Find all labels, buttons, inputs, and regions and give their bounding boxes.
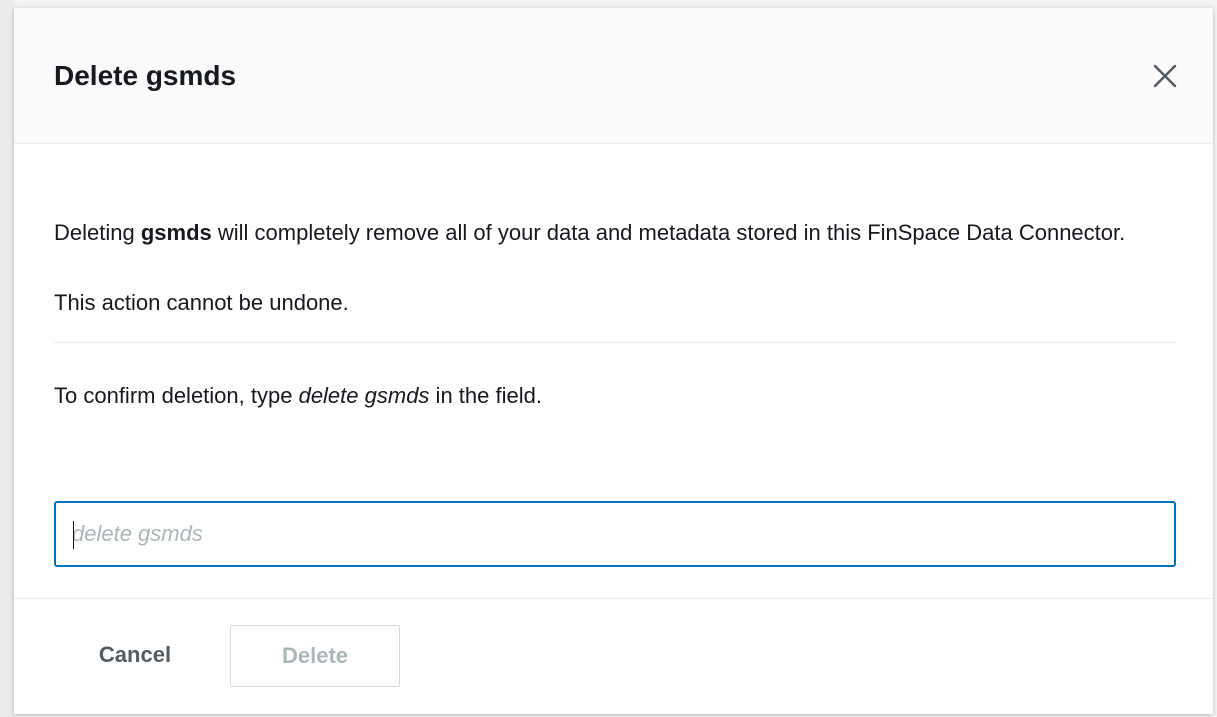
dialog-title: Delete gsmds <box>54 60 237 91</box>
deletion-description: Deleting gsmds will completely remove al… <box>54 216 1154 250</box>
delete-button[interactable]: Delete <box>230 625 400 687</box>
confirm-prefix: To confirm deletion, type <box>54 383 299 408</box>
page-backdrop <box>0 0 14 717</box>
confirm-input[interactable] <box>56 503 1174 565</box>
confirm-phrase: delete gsmds <box>298 383 430 408</box>
confirm-instruction: To confirm deletion, type delete gsmds i… <box>54 379 1175 413</box>
dialog-body: Deleting gsmds will completely remove al… <box>54 144 1176 567</box>
close-icon <box>1153 64 1177 88</box>
delete-dialog: Delete gsmds Deleting gsmds will complet… <box>14 8 1213 714</box>
confirm-suffix: in the field. <box>429 383 542 408</box>
close-button[interactable] <box>1149 60 1181 92</box>
dialog-header: Delete gsmds <box>14 8 1213 144</box>
divider <box>54 342 1175 343</box>
cancel-button[interactable]: Cancel <box>76 623 194 687</box>
description-suffix: will completely remove all of your data … <box>211 220 1126 245</box>
resource-name: gsmds <box>140 220 212 245</box>
description-prefix: Deleting <box>54 220 141 245</box>
text-caret <box>73 521 74 549</box>
irreversible-warning: This action cannot be undone. <box>54 290 349 315</box>
confirm-input-wrapper <box>54 501 1176 567</box>
dialog-footer: Cancel Delete <box>14 598 1213 715</box>
